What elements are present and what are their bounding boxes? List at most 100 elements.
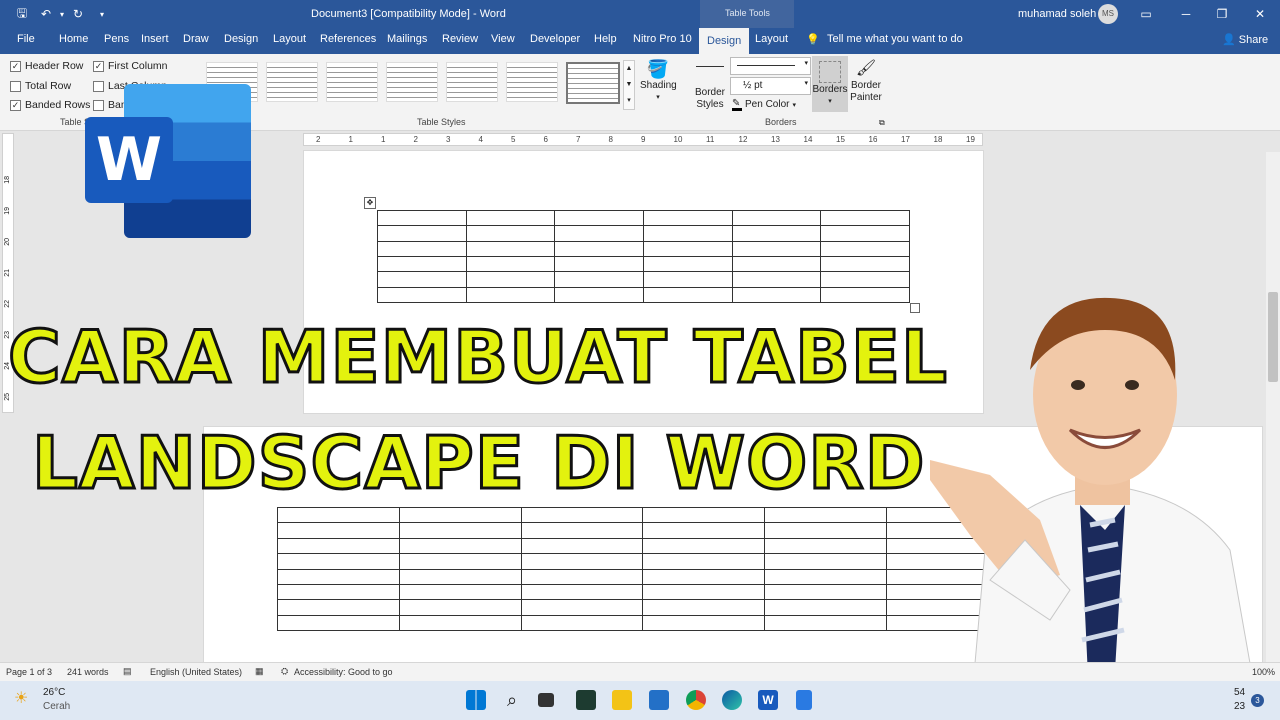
store-icon[interactable] (649, 690, 669, 710)
table-cell[interactable] (377, 225, 467, 242)
table-cell[interactable] (554, 255, 644, 273)
avatar[interactable]: MS (1098, 4, 1118, 24)
table-cell[interactable] (764, 537, 888, 555)
undo-dropdown-icon[interactable]: ▾ (54, 6, 70, 22)
word-taskbar-icon[interactable]: W (758, 690, 778, 710)
table-cell[interactable] (554, 225, 644, 242)
user-name[interactable]: muhamad soleh (1018, 8, 1096, 20)
table-cell[interactable] (642, 614, 766, 632)
pen-color-button[interactable]: ✎ Pen Color ▾ (732, 98, 796, 111)
option-header-row[interactable]: ✓ Header Row (10, 60, 83, 72)
table-cell[interactable] (465, 225, 556, 242)
task-view-icon[interactable] (538, 693, 554, 707)
table-cell[interactable] (642, 286, 733, 304)
table-cell[interactable] (642, 599, 766, 616)
ribbon-display-icon[interactable]: ▭ (1138, 6, 1154, 22)
dialog-launcher-icon[interactable]: ⧉ (879, 118, 885, 128)
accessibility-status[interactable]: Accessibility: Good to go (294, 667, 393, 677)
table-cell[interactable] (377, 240, 467, 257)
option-first-column[interactable]: ✓ First Column (93, 60, 168, 72)
table-cell[interactable] (520, 522, 644, 539)
close-icon[interactable]: ✕ (1252, 6, 1268, 22)
tab-home[interactable]: Home (59, 33, 88, 45)
word-count[interactable]: 241 words (67, 667, 109, 677)
table-cell[interactable] (277, 522, 400, 539)
table-cell[interactable] (520, 599, 644, 616)
table-cell[interactable] (731, 209, 822, 227)
table-style-thumb[interactable] (266, 62, 318, 102)
clock-date[interactable]: 23 (1234, 701, 1245, 712)
table-cell[interactable] (277, 599, 400, 616)
tab-references[interactable]: References (320, 33, 376, 45)
table-cell[interactable] (642, 568, 766, 585)
page-count[interactable]: Page 1 of 3 (6, 667, 52, 677)
line-style-dropdown[interactable]: ▾ (730, 57, 811, 75)
table-cell[interactable] (642, 240, 733, 257)
tab-nitro[interactable]: Nitro Pro 10 (633, 33, 692, 45)
table-cell[interactable] (398, 599, 522, 616)
table-cell[interactable] (520, 583, 644, 601)
table-cell[interactable] (731, 271, 822, 288)
tab-layout-doc[interactable]: Layout (273, 33, 306, 45)
table-cell[interactable] (731, 240, 822, 257)
save-icon[interactable]: 🖫 (14, 6, 30, 22)
table-cell[interactable] (642, 553, 766, 570)
table-cell[interactable] (554, 240, 644, 257)
table-cell[interactable] (277, 553, 400, 570)
chrome-icon[interactable] (686, 690, 706, 710)
tell-me-search[interactable]: Tell me what you want to do (827, 33, 963, 45)
portrait-table[interactable] (377, 209, 910, 304)
table-style-thumb[interactable] (446, 62, 498, 102)
table-cell[interactable] (465, 271, 556, 288)
clock-time[interactable]: 54 (1234, 687, 1245, 698)
language[interactable]: English (United States) (150, 667, 242, 677)
table-cell[interactable] (764, 614, 888, 632)
table-cell[interactable] (642, 225, 733, 242)
table-cell[interactable] (398, 506, 522, 524)
table-cell[interactable] (554, 271, 644, 288)
line-weight-dropdown[interactable]: ½ pt ▾ (730, 77, 811, 95)
table-cell[interactable] (520, 553, 644, 570)
share-button[interactable]: 👤 Share (1222, 33, 1268, 46)
shading-button[interactable]: 🪣 Shading ▾ (640, 58, 677, 104)
tab-design-doc[interactable]: Design (224, 33, 258, 45)
table-cell[interactable] (642, 255, 733, 273)
table-cell[interactable] (642, 271, 733, 288)
table-cell[interactable] (465, 209, 556, 227)
tab-review[interactable]: Review (442, 33, 478, 45)
table-cell[interactable] (642, 506, 766, 524)
table-cell[interactable] (520, 568, 644, 585)
proofing-icon[interactable]: ▤ (123, 666, 132, 677)
tab-help[interactable]: Help (594, 33, 617, 45)
tab-mailings[interactable]: Mailings (387, 33, 427, 45)
table-cell[interactable] (820, 240, 910, 257)
table-cell[interactable] (465, 255, 556, 273)
table-cell[interactable] (377, 209, 467, 227)
table-cell[interactable] (277, 506, 400, 524)
table-cell[interactable] (764, 553, 888, 570)
borders-button[interactable]: Borders ▾ (812, 56, 848, 112)
table-cell[interactable] (377, 286, 467, 304)
table-cell[interactable] (277, 614, 400, 632)
table-cell[interactable] (642, 537, 766, 555)
edge-icon[interactable] (722, 690, 742, 710)
table-cell[interactable] (465, 240, 556, 257)
tab-pens[interactable]: Pens (104, 33, 129, 45)
tab-developer[interactable]: Developer (530, 33, 580, 45)
table-style-thumb-selected[interactable] (566, 62, 620, 104)
redo-icon[interactable]: ↻ (70, 6, 86, 22)
minimize-icon[interactable]: ─ (1178, 6, 1194, 22)
styles-gallery-scroll[interactable]: ▲ ▼ ▾ (623, 60, 635, 110)
start-icon[interactable] (466, 690, 486, 710)
option-banded-rows[interactable]: ✓ Banded Rows (10, 99, 90, 111)
table-cell[interactable] (398, 553, 522, 570)
table-cell[interactable] (398, 522, 522, 539)
table-cell[interactable] (642, 583, 766, 601)
table-move-handle-icon[interactable]: ✥ (364, 197, 376, 209)
table-cell[interactable] (520, 537, 644, 555)
tab-draw[interactable]: Draw (183, 33, 209, 45)
table-cell[interactable] (731, 225, 822, 242)
table-cell[interactable] (764, 522, 888, 539)
table-style-thumb[interactable] (326, 62, 378, 102)
table-cell[interactable] (377, 255, 467, 273)
